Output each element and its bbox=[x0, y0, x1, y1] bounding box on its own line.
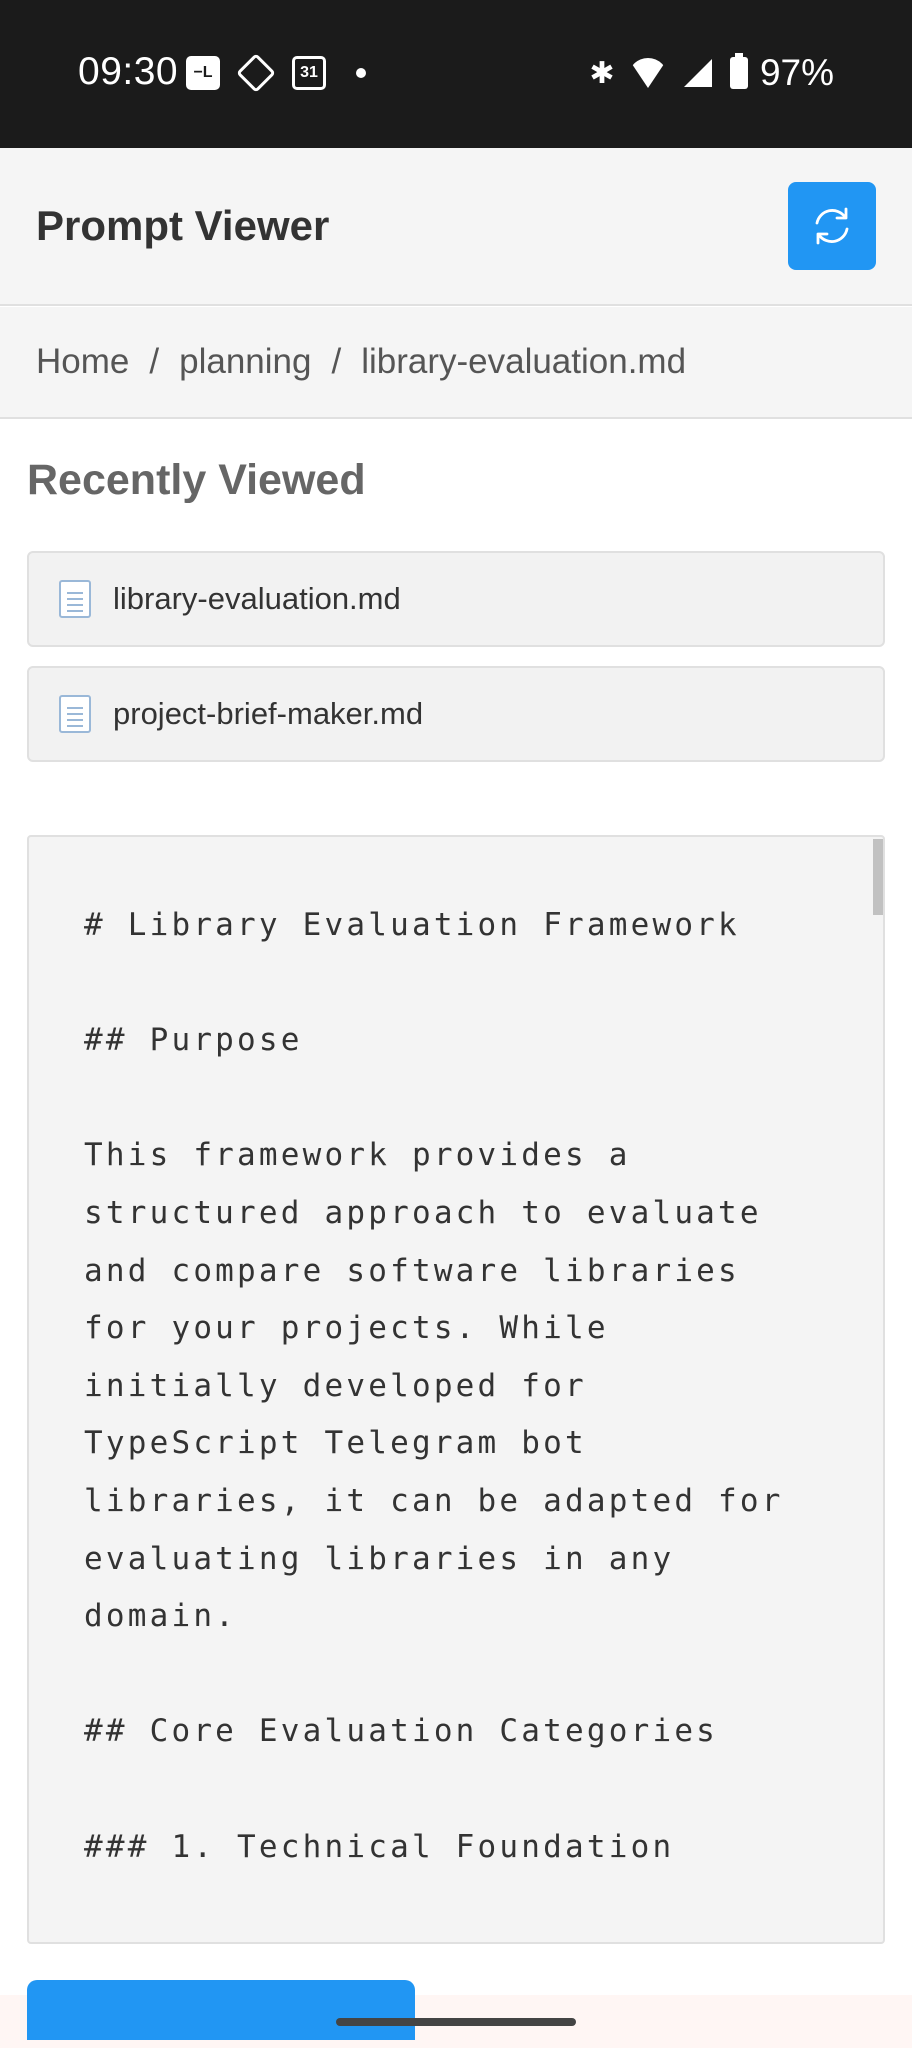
battery-percentage: 97% bbox=[759, 52, 834, 93]
breadcrumb-separator: / bbox=[149, 342, 160, 381]
content-scrollbar[interactable] bbox=[873, 839, 883, 915]
breadcrumb-current-file: library-evaluation.md bbox=[361, 342, 687, 381]
notification-box-icon: −L bbox=[186, 56, 220, 90]
battery-icon bbox=[729, 53, 748, 89]
refresh-button[interactable] bbox=[788, 182, 876, 270]
signal-icon bbox=[683, 59, 712, 87]
calendar-icon: 31 bbox=[292, 56, 326, 90]
breadcrumb-planning[interactable]: planning bbox=[179, 342, 311, 382]
refresh-icon bbox=[815, 207, 849, 245]
status-left-icons: −L 31 bbox=[186, 53, 366, 93]
page-title: Prompt Viewer bbox=[36, 202, 330, 249]
status-time: 09:30 bbox=[78, 50, 179, 93]
dot-icon bbox=[356, 68, 366, 78]
breadcrumb: Home / planning / library-evaluation.md bbox=[0, 307, 912, 419]
recently-viewed-title: Recently Viewed bbox=[27, 456, 366, 504]
prompt-content-viewer[interactable]: # Library Evaluation Framework ## Purpos… bbox=[27, 835, 885, 1944]
recent-item-label: project-brief-maker.md bbox=[113, 696, 424, 731]
bluetooth-icon: ✱ bbox=[589, 56, 615, 90]
bottom-action-button[interactable] bbox=[27, 1980, 415, 2040]
document-icon bbox=[59, 580, 91, 618]
recent-item-label: library-evaluation.md bbox=[113, 581, 401, 616]
prompt-content-text: # Library Evaluation Framework ## Purpos… bbox=[84, 907, 784, 1865]
recent-item-library-evaluation[interactable]: library-evaluation.md bbox=[27, 551, 885, 647]
status-right-icons: ✱ 97% bbox=[588, 52, 834, 94]
app-header: Prompt Viewer bbox=[0, 148, 912, 306]
status-bar: 09:30 −L 31 ✱ 97% bbox=[0, 0, 912, 148]
recent-item-project-brief-maker[interactable]: project-brief-maker.md bbox=[27, 666, 885, 762]
home-gesture-handle[interactable] bbox=[336, 2018, 576, 2026]
breadcrumb-home[interactable]: Home bbox=[36, 342, 129, 382]
document-icon bbox=[59, 695, 91, 733]
breadcrumb-separator: / bbox=[331, 342, 342, 381]
diamond-app-icon bbox=[236, 53, 276, 93]
wifi-icon bbox=[627, 58, 668, 88]
